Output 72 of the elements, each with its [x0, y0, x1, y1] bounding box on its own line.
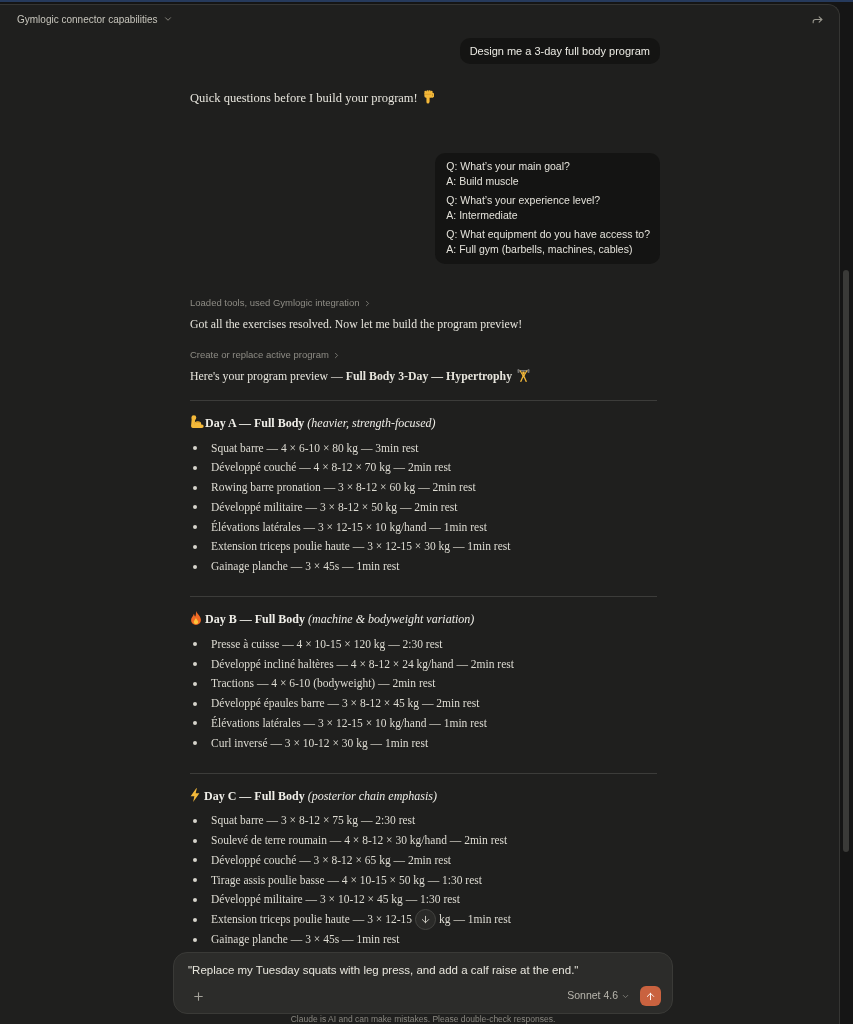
exercise-text: Rowing barre pronation — 3 × 8-12 × 60 kg — 2min rest	[211, 480, 476, 496]
exercise-text: Gainage planche — 3 × 45s — 1min rest	[211, 932, 400, 948]
bullet-icon	[193, 485, 197, 490]
assistant-message: Here's your program preview — Full Body 3-Day — Hypertrophy	[190, 367, 531, 385]
bullet-icon	[193, 446, 197, 450]
tool-step-toggle[interactable]: Create or replace active program	[190, 348, 341, 362]
exercise-text: Développé épaules barre — 3 × 8-12 × 45 kg — 2min rest	[211, 696, 480, 712]
exercise-text: Presse à cuisse — 4 × 10-15 × 120 kg — 2:30 rest	[211, 636, 443, 652]
exercise-text: Curl inversé — 3 × 10-12 × 30 kg — 1min rest	[211, 735, 429, 751]
question-text: Q: What equipment do you have access to?	[446, 227, 650, 242]
exercise-text: Développé militaire — 3 × 10-12 × 45 kg — 1:30 rest	[211, 892, 460, 908]
bullet-icon	[193, 858, 197, 863]
exercise-text: Tirage assis poulie basse — 4 × 10-15 × 50 kg — 1:30 rest	[211, 872, 482, 888]
flame-icon	[190, 611, 202, 626]
exercise-text: Élévations latérales — 3 × 12-15 × 10 kg/hand — 1min rest	[211, 519, 487, 535]
user-message-bubble: Design me a 3-day full body program	[459, 38, 660, 64]
chat-title-button[interactable]: Gymlogic connector capabilities	[17, 11, 173, 27]
bullet-icon	[193, 525, 197, 530]
answer-text: A: Full gym (barbells, machines, cables)	[446, 242, 634, 257]
exercise-text: Extension triceps poulie haute — 3 × 12-15	[211, 912, 412, 928]
exercise-text: Développé militaire — 3 × 8-12 × 50 kg — 2min rest	[211, 499, 458, 515]
lightning-icon	[190, 787, 200, 802]
bullet-icon	[193, 818, 197, 823]
bullet-icon	[193, 505, 197, 510]
exercise-text: Soulevé de terre roumain — 4 × 8-12 × 30 kg/hand — 2min rest	[211, 833, 508, 849]
question-text: Q: What’s your main goal?	[446, 159, 571, 174]
bullet-icon	[193, 642, 197, 647]
flexed-arm-icon	[190, 415, 204, 429]
bullet-icon	[193, 897, 197, 902]
exercise-text: Développé couché — 3 × 8-12 × 65 kg — 2min rest	[211, 852, 452, 868]
day-heading: Day B — Full Body (machine & bodyweight variation)	[190, 610, 660, 629]
bullet-icon	[193, 701, 197, 706]
answer-text: A: Build muscle	[446, 174, 520, 189]
exercise-text: Squat barre — 4 × 6-10 × 80 kg — 3min rest	[211, 440, 419, 456]
disclaimer-text: Claude is AI and can make mistakes. Please double-check responses.	[289, 1014, 557, 1024]
arrow-up-icon	[645, 990, 656, 1002]
bullet-icon	[193, 878, 197, 883]
bullet-icon	[193, 545, 197, 549]
bullet-icon	[193, 564, 197, 569]
exercise-text: Élévations latérales — 3 × 12-15 × 10 kg/hand — 1min rest	[211, 715, 487, 731]
assistant-message: Quick questions before I build your program!	[190, 89, 660, 107]
plus-icon	[191, 989, 205, 1003]
bullet-icon	[193, 721, 197, 726]
exercise-text: kg — 1min rest	[439, 912, 511, 928]
day-heading: Day C — Full Body (posterior chain emphasis)	[190, 786, 660, 805]
bullet-icon	[193, 937, 197, 942]
answer-text: A: Intermediate	[446, 208, 519, 223]
chevron-down-icon	[162, 14, 173, 24]
message-input[interactable]: "Replace my Tuesday squats with leg press, and add a calf raise at the end."	[188, 962, 658, 978]
bullet-icon	[193, 741, 197, 746]
exercise-text: Gainage planche — 3 × 45s — 1min rest	[211, 559, 400, 575]
tool-step-toggle[interactable]: Loaded tools, used Gymlogic integration	[190, 296, 372, 310]
exercise-text: Développé couché — 4 × 8-12 × 70 kg — 2min rest	[211, 460, 452, 476]
scroll-down-button[interactable]	[415, 909, 436, 931]
pointing-hand-icon	[422, 90, 434, 104]
bullet-icon	[193, 917, 197, 922]
bullet-icon	[193, 662, 197, 667]
exercise-text: Squat barre — 3 × 8-12 × 75 kg — 2:30 rest	[211, 813, 416, 829]
question-text: Q: What’s your experience level?	[446, 193, 602, 208]
scrollbar-thumb[interactable]	[843, 270, 849, 852]
model-selector[interactable]: Sonnet 4.6	[567, 988, 630, 1004]
assistant-message: Got all the exercises resolved. Now let me build the program preview!	[190, 316, 523, 333]
exercise-text: Développé incliné haltères — 4 × 8-12 × 24 kg/hand — 2min rest	[211, 656, 514, 672]
exercise-text: Tractions — 4 × 6-10 (bodyweight) — 2min rest	[211, 676, 436, 692]
arrow-down-icon	[420, 914, 431, 926]
send-button[interactable]	[640, 986, 661, 1006]
bullet-icon	[193, 465, 197, 470]
bullet-icon	[193, 838, 197, 843]
bullet-icon	[193, 681, 197, 686]
weightlifter-icon	[517, 369, 531, 382]
day-heading: Day A — Full Body (heavier, strength-focused)	[190, 414, 660, 432]
exercise-text: Extension triceps poulie haute — 3 × 12-15 × 30 kg — 1min rest	[211, 539, 511, 555]
